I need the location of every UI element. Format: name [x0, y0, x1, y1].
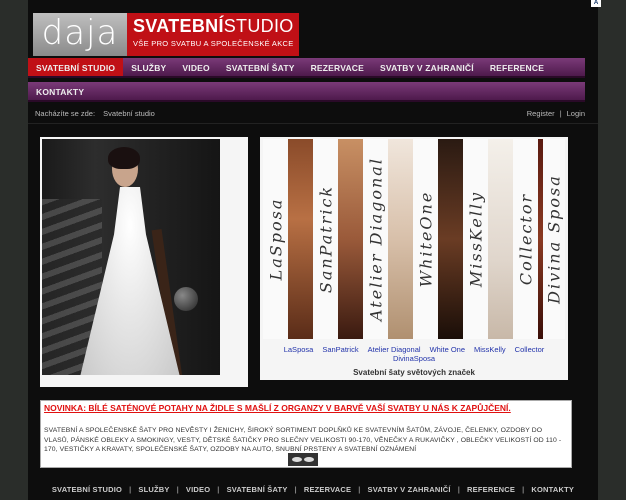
brand-links: LaSposa SanPatrick Atelier Diagonal Whit… — [260, 345, 568, 363]
brand-strip-image — [438, 139, 463, 339]
news-box: NOVINKA: BÍLÉ SATÉNOVÉ POTAHY NA ŽIDLE S… — [40, 400, 572, 468]
brand-strip-label: MissKelly — [466, 190, 485, 288]
brand-strip-image — [388, 139, 413, 339]
brand-link-atelier-diagonal[interactable]: Atelier Diagonal — [368, 345, 421, 354]
photo-bride-hair — [108, 147, 140, 169]
footer-link-svatebni-studio[interactable]: SVATEBNÍ STUDIO — [52, 485, 122, 494]
logo-daja: daja — [33, 13, 127, 56]
login-link[interactable]: Login — [567, 109, 585, 118]
footer-link-rezervace[interactable]: REZERVACE — [304, 485, 351, 494]
logo-title-normal: STUDIO — [223, 16, 294, 36]
bride-photo-panel — [40, 137, 248, 387]
footer-nav: SVATEBNÍ STUDIO | SLUŽBY | VIDEO | SVATEBNÍ ŠA… — [28, 485, 598, 494]
news-text: SVATEBNÍ A SPOLEČENSKÉ ŠATY PRO NEVĚSTY … — [44, 427, 562, 453]
brands-panel: LaSposa SanPatrick Atelier Diagonal Whit… — [260, 137, 568, 380]
brand-strip-label: WhiteOne — [416, 190, 435, 288]
footer-separator: | — [358, 485, 361, 494]
page: A daja SVATEBNÍSTUDIO VŠE PRO SVATBU A S… — [28, 0, 601, 500]
brand-strip-image — [338, 139, 363, 339]
footer-separator: | — [457, 485, 461, 494]
brand-strips: LaSposa SanPatrick Atelier Diagonal Whit… — [263, 139, 563, 339]
nav-item-video[interactable]: VIDEO — [174, 58, 217, 76]
footer-separator: | — [294, 485, 297, 494]
header-divider — [28, 123, 598, 124]
main-nav-row-2: KONTAKTY — [28, 82, 585, 102]
footer-link-kontakty[interactable]: KONTAKTY — [531, 485, 574, 494]
brand-strip-label: SanPatrick — [316, 184, 335, 294]
nav-item-sluzby[interactable]: SLUŽBY — [123, 58, 174, 76]
site-logo[interactable]: daja SVATEBNÍSTUDIO VŠE PRO SVATBU A SPO… — [33, 13, 299, 56]
footer-link-svatby-v-zahranici[interactable]: SVATBY V ZAHRANIČÍ — [368, 485, 451, 494]
nav-item-svatebni-saty[interactable]: SVATEBNÍ ŠATY — [218, 58, 303, 76]
footer-link-reference[interactable]: REFERENCE — [467, 485, 515, 494]
breadcrumb-label: Nacházíte se zde: — [35, 109, 96, 118]
main-nav-row-1: SVATEBNÍ STUDIO SLUŽBY VIDEO SVATEBNÍ ŠA… — [28, 58, 585, 78]
footer-link-sluzby[interactable]: SLUŽBY — [138, 485, 169, 494]
nav-item-svatby-v-zahranici[interactable]: SVATBY V ZAHRANIČÍ — [372, 58, 482, 76]
brand-link-lasposa[interactable]: LaSposa — [284, 345, 314, 354]
brand-strip-image — [488, 139, 513, 339]
breadcrumb: Nacházíte se zde: Svatební studio — [35, 109, 161, 118]
auth-separator: | — [559, 109, 562, 118]
brand-link-white-one[interactable]: White One — [430, 345, 465, 354]
auth-links: Register | Login — [527, 109, 585, 118]
brand-strip-divina-sposa[interactable]: Divina Sposa — [543, 139, 565, 339]
bride-photo — [42, 139, 220, 375]
brand-link-misskelly[interactable]: MissKelly — [474, 345, 506, 354]
brand-link-collector[interactable]: Collector — [515, 345, 545, 354]
nav-item-svatebni-studio[interactable]: SVATEBNÍ STUDIO — [28, 58, 124, 76]
news-title[interactable]: NOVINKA: BÍLÉ SATÉNOVÉ POTAHY NA ŽIDLE S… — [44, 403, 568, 413]
breadcrumb-current[interactable]: Svatební studio — [103, 109, 155, 118]
brand-strip-atelier-diagonal[interactable]: Atelier Diagonal — [363, 139, 388, 339]
brand-strip-label: LaSposa — [266, 197, 285, 281]
footer-link-svatebni-saty[interactable]: SVATEBNÍ ŠATY — [227, 485, 288, 494]
nav-item-rezervace[interactable]: REZERVACE — [303, 58, 372, 76]
photo-newel-globe — [174, 287, 198, 311]
logo-title-block: SVATEBNÍSTUDIO VŠE PRO SVATBU A SPOLEČEN… — [127, 13, 299, 56]
brand-strip-collector[interactable]: Collector — [513, 139, 538, 339]
brand-strip-image — [288, 139, 313, 339]
logo-subtitle: VŠE PRO SVATBU A SPOLEČENSKÉ AKCE — [133, 39, 294, 48]
top-badge[interactable]: A — [591, 0, 601, 7]
nav-item-kontakty[interactable]: KONTAKTY — [28, 82, 92, 100]
footer-separator: | — [129, 485, 132, 494]
brand-strip-lasposa[interactable]: LaSposa — [263, 139, 288, 339]
brand-strip-misskelly[interactable]: MissKelly — [463, 139, 488, 339]
logo-title: SVATEBNÍSTUDIO — [133, 16, 293, 36]
brand-strip-label: Collector — [516, 192, 535, 286]
brand-strip-label: Atelier Diagonal — [366, 157, 385, 321]
logo-title-bold: SVATEBNÍ — [133, 16, 224, 36]
brand-link-divinasposa[interactable]: DivinaSposa — [393, 354, 435, 363]
footer-separator: | — [176, 485, 179, 494]
footer-separator: | — [522, 485, 525, 494]
brand-strip-sanpatrick[interactable]: SanPatrick — [313, 139, 338, 339]
register-link[interactable]: Register — [527, 109, 555, 118]
brands-caption: Svatební šaty světových značek — [353, 368, 475, 377]
footer-link-video[interactable]: VIDEO — [186, 485, 210, 494]
brand-link-sanpatrick[interactable]: SanPatrick — [322, 345, 358, 354]
rings-image — [288, 453, 318, 466]
footer-separator: | — [217, 485, 220, 494]
brand-strip-label: Divina Sposa — [544, 174, 564, 304]
brand-strip-whiteone[interactable]: WhiteOne — [413, 139, 438, 339]
nav-item-reference[interactable]: REFERENCE — [482, 58, 552, 76]
